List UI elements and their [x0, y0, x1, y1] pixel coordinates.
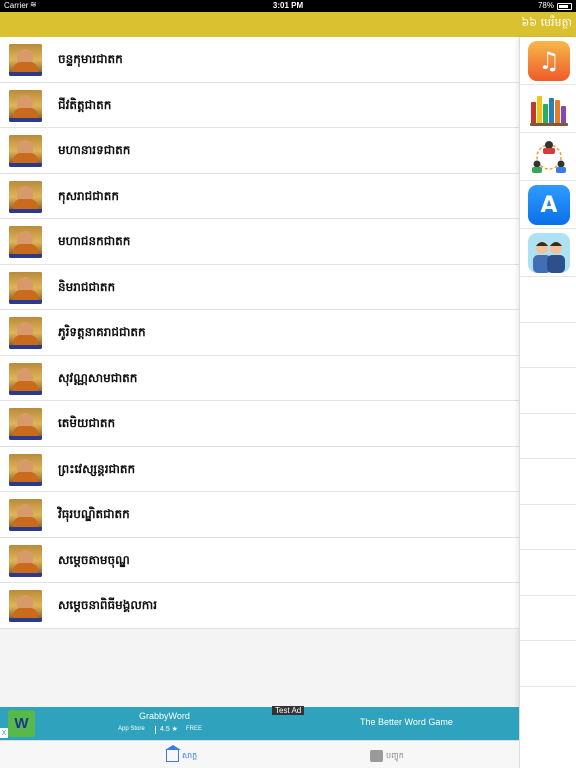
sidebar-item-people[interactable] [520, 229, 576, 277]
list-item[interactable]: មហាជនកជាតក [0, 219, 519, 265]
sidebar-item-music[interactable]: ♫ [520, 37, 576, 85]
sidebar-slot [520, 596, 576, 641]
list-item-title: តេមិយជាតក [58, 416, 116, 430]
list-item[interactable]: សម្ដេចនាពិធីមង្គលការ [0, 583, 519, 629]
list-item-title: មហានារទជាតក [58, 143, 131, 157]
ad-app-name[interactable]: GrabbyWord [139, 711, 190, 721]
sidebar-item-app-store[interactable]: A [520, 181, 576, 229]
clock: 3:01 PM [272, 1, 304, 10]
monk-thumbnail [9, 317, 42, 349]
monk-thumbnail [9, 544, 42, 577]
monk-thumbnail [9, 453, 42, 486]
list-item[interactable]: ជីវតិត្តជាតក [0, 82, 519, 128]
list-item[interactable]: ភូរិទត្តនាគរាជជាតក [0, 310, 519, 356]
ad-tagline[interactable]: The Better Word Game [360, 717, 453, 727]
sidebar-slot [520, 505, 576, 550]
list-item-title: សម្ដេចតាមចុណ្ឌ [58, 552, 130, 567]
list-item-title: ភូរិទត្តនាគរាជជាតក [58, 325, 146, 339]
sidebar-slot [520, 323, 576, 368]
people-icon[interactable] [528, 233, 570, 273]
ad-close-icon[interactable]: X [0, 728, 8, 738]
monk-thumbnail [9, 408, 42, 440]
list-item[interactable]: ព្រះវេស្សន្តរជាតក [0, 446, 519, 492]
list-item-title: វិធុរបណ្ឌិតជាតក [58, 507, 130, 521]
books-icon[interactable] [528, 89, 570, 129]
list-item-title: មហាជនកជាតក [58, 234, 131, 248]
navigation-bar: ៦៦ មេរឹមត្ថា [0, 12, 576, 37]
list-item-title: និមរាជជាតក [58, 279, 116, 294]
music-icon[interactable]: ♫ [528, 41, 570, 81]
sidebar-slot [520, 414, 576, 459]
sidebar-slot [520, 550, 576, 596]
monk-thumbnail [9, 499, 42, 531]
sidebar-slot [520, 459, 576, 505]
book-icon [370, 750, 383, 762]
monk-thumbnail [9, 44, 42, 76]
ad-rating: 4.5 ★ [160, 726, 178, 733]
monk-thumbnail [9, 89, 42, 122]
sidebar-item-books[interactable] [520, 85, 576, 133]
ad-price: FREE [186, 726, 203, 732]
sidebar-slot [520, 277, 576, 323]
tab-books-label: បញ្ចូក [386, 751, 404, 760]
sidebar-slot [520, 368, 576, 414]
monk-thumbnail [9, 135, 42, 167]
list-item[interactable]: តេមិយជាតក [0, 401, 519, 447]
monk-thumbnail [9, 271, 42, 304]
monk-thumbnail [9, 180, 42, 213]
ad-divider [155, 726, 156, 734]
ad-store-label: App Store [118, 726, 145, 732]
story-list: ចន្ទកុមារជាតកជីវតិត្តជាតកមហានារទជាតកកុសរ… [0, 37, 519, 629]
monk-thumbnail [9, 362, 42, 395]
monk-thumbnail [9, 590, 42, 622]
ad-banner[interactable]: W X GrabbyWord App Store 4.5 ★ FREE Test… [0, 706, 519, 740]
list-item-title: ជីវតិត្តជាតក [58, 97, 112, 112]
tab-bar: សាក្ត បញ្ចូក [0, 740, 519, 768]
tab-books[interactable]: បញ្ចូក [370, 747, 404, 765]
home-icon [165, 745, 181, 762]
sidebar-slot [520, 641, 576, 687]
list-item[interactable]: សម្ដេចតាមចុណ្ឌ [0, 537, 519, 583]
status-bar: Carrier ≋ 3:01 PM 78% [0, 0, 576, 12]
list-item[interactable]: កុសរាជជាតក [0, 173, 519, 219]
list-item-title: ចន្ទកុមារជាតក [58, 52, 123, 66]
battery-icon [557, 3, 572, 10]
tab-home-label: សាក្ត [182, 751, 198, 760]
list-item[interactable]: វិធុរបណ្ឌិតជាតក [0, 492, 519, 538]
list-item-title: សុវណ្ណសាមជាតក [58, 370, 138, 385]
list-item[interactable]: ចន្ទកុមារជាតក [0, 37, 519, 83]
app-store-icon[interactable]: A [528, 185, 570, 225]
sidebar-item-network[interactable] [520, 133, 576, 181]
list-item-title: កុសរាជជាតក [58, 188, 119, 203]
story-list-area[interactable]: ចន្ទកុមារជាតកជីវតិត្តជាតកមហានារទជាតកកុសរ… [0, 37, 519, 707]
list-item[interactable]: និមរាជជាតក [0, 264, 519, 310]
sidebar: ♫ A [519, 37, 576, 768]
battery-percentage: 78% [537, 1, 554, 10]
monk-thumbnail [9, 226, 42, 258]
tab-home[interactable]: សាក្ត [165, 745, 198, 765]
list-item[interactable]: សុវណ្ណសាមជាតក [0, 355, 519, 401]
ad-app-logo[interactable]: W [8, 710, 35, 737]
test-ad-label: Test Ad [272, 706, 305, 715]
list-item-title: សម្ដេចនាពិធីមង្គលការ [58, 598, 158, 612]
list-item-title: ព្រះវេស្សន្តរជាតក [58, 461, 136, 476]
list-item[interactable]: មហានារទជាតក [0, 128, 519, 174]
menu-title[interactable]: ៦៦ មេរឹមត្ថា [522, 16, 573, 32]
network-icon[interactable] [528, 137, 570, 177]
